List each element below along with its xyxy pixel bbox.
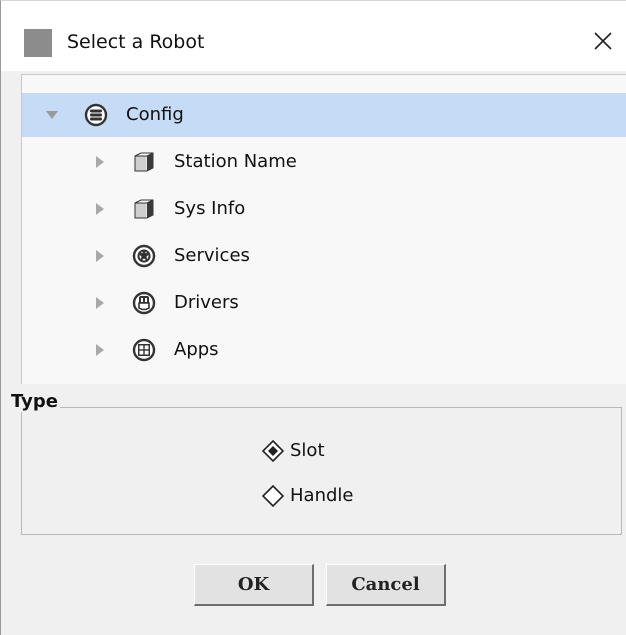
tree-node-label: Config bbox=[126, 104, 184, 125]
cube-icon bbox=[134, 152, 154, 172]
expand-arrow-icon[interactable] bbox=[90, 140, 110, 184]
tree-node-config[interactable]: Config bbox=[22, 93, 626, 137]
cancel-button[interactable]: Cancel bbox=[326, 564, 446, 606]
close-icon bbox=[594, 32, 612, 50]
ok-button[interactable]: OK bbox=[194, 564, 314, 606]
app-icon bbox=[24, 29, 52, 57]
radio-slot-label: Slot bbox=[290, 440, 325, 461]
type-group-legend: Type bbox=[9, 391, 60, 412]
tree-node-drivers[interactable]: Drivers bbox=[22, 281, 626, 325]
expand-arrow-icon[interactable] bbox=[90, 234, 110, 278]
cube-icon bbox=[134, 199, 154, 219]
tree-node-label: Drivers bbox=[174, 292, 239, 313]
tree-node-label: Apps bbox=[174, 339, 219, 360]
radio-unselected-icon bbox=[262, 485, 284, 507]
apps-icon bbox=[132, 338, 156, 362]
radio-handle-label: Handle bbox=[290, 485, 354, 506]
type-group-box bbox=[21, 407, 622, 535]
tree-node-services[interactable]: Services bbox=[22, 234, 626, 278]
tree-node-apps[interactable]: Apps bbox=[22, 328, 626, 372]
dialog-title: Select a Robot bbox=[67, 31, 205, 53]
select-robot-dialog: Select a Robot Config Station Name Sys I… bbox=[0, 0, 626, 635]
title-bar: Select a Robot bbox=[1, 1, 626, 71]
tree-node-station-name[interactable]: Station Name bbox=[22, 140, 626, 184]
component-tree[interactable]: Config Station Name Sys Info Services Dr… bbox=[21, 74, 626, 384]
tree-node-label: Services bbox=[174, 245, 250, 266]
tree-node-label: Sys Info bbox=[174, 198, 246, 219]
services-icon bbox=[132, 244, 156, 268]
database-icon bbox=[84, 103, 108, 127]
tree-node-label: Station Name bbox=[174, 151, 297, 172]
expand-arrow-icon[interactable] bbox=[90, 187, 110, 231]
close-button[interactable] bbox=[583, 21, 623, 61]
radio-selected-icon bbox=[262, 440, 284, 462]
collapse-arrow-icon[interactable] bbox=[42, 93, 62, 137]
drivers-icon bbox=[132, 291, 156, 315]
tree-node-sys-info[interactable]: Sys Info bbox=[22, 187, 626, 231]
expand-arrow-icon[interactable] bbox=[90, 281, 110, 325]
expand-arrow-icon[interactable] bbox=[90, 328, 110, 372]
